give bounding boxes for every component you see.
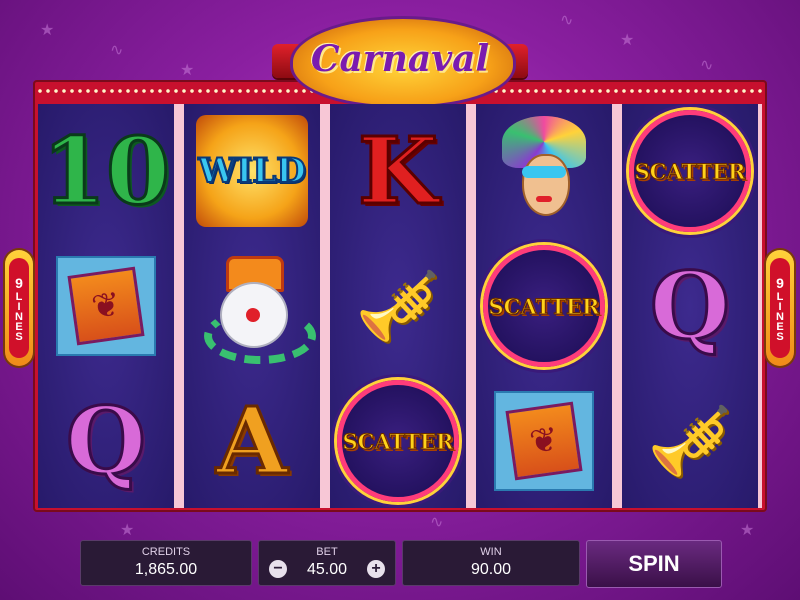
- credits-panel: CREDITS 1,865.00: [80, 540, 252, 586]
- scatter-label: SCATTER: [342, 428, 454, 454]
- flag-icon: ❦: [494, 391, 594, 491]
- scatter-label: SCATTER: [488, 293, 600, 319]
- symbol-trumpet: 🎺: [330, 239, 466, 373]
- symbol-queen: Q: [38, 374, 174, 508]
- queen-symbol: Q: [648, 252, 731, 360]
- confetti-star: ★: [180, 62, 195, 79]
- confetti-streamer: ∿: [700, 57, 714, 74]
- carnival-dancer-icon: [496, 116, 592, 226]
- paylines-word: LINES: [774, 291, 786, 341]
- flag-icon: ❦: [56, 256, 156, 356]
- ten-symbol: 10: [40, 117, 171, 225]
- credits-value: 1,865.00: [134, 561, 198, 578]
- reel-2: WILD A: [184, 104, 320, 508]
- confetti-streamer: ∿: [560, 12, 574, 29]
- reel-4: SCATTER ❦: [476, 104, 612, 508]
- clown-icon: [202, 256, 316, 364]
- confetti-streamer: ∿: [110, 42, 124, 59]
- win-label: WIN: [480, 546, 502, 558]
- paylines-badge-left: 9 LINES: [5, 250, 33, 366]
- symbol-scatter: SCATTER: [622, 104, 758, 238]
- symbol-flag: ❦: [38, 239, 174, 373]
- bet-label: BET: [316, 546, 338, 558]
- symbol-flag: ❦: [476, 374, 612, 508]
- ace-symbol: A: [215, 387, 289, 495]
- symbol-queen: Q: [622, 239, 758, 373]
- confetti-star: ★: [740, 522, 755, 539]
- confetti-star: ★: [40, 22, 55, 39]
- queen-symbol: Q: [64, 387, 147, 495]
- spin-button[interactable]: SPIN: [586, 540, 722, 588]
- confetti-streamer: ∿: [430, 514, 444, 531]
- credits-label: CREDITS: [141, 546, 191, 558]
- symbol-clown: [184, 239, 320, 373]
- symbol-wild: WILD: [184, 104, 320, 238]
- scatter-icon: SCATTER: [337, 380, 459, 502]
- symbol-scatter: SCATTER: [330, 374, 466, 508]
- win-panel: WIN 90.00: [402, 540, 580, 586]
- paylines-word: LINES: [13, 291, 25, 341]
- bet-increase-button[interactable]: +: [367, 560, 385, 578]
- symbol-10: 10: [38, 104, 174, 238]
- bet-panel: BET 45.00 − +: [258, 540, 396, 586]
- king-symbol: K: [357, 117, 440, 225]
- logo-text: Carnaval: [310, 38, 490, 80]
- bet-decrease-button[interactable]: −: [269, 560, 287, 578]
- confetti-star: ★: [620, 32, 635, 49]
- reel-3: K 🎺 SCATTER: [330, 104, 466, 508]
- trumpet-icon: 🎺: [647, 403, 733, 479]
- scatter-icon: SCATTER: [483, 245, 605, 367]
- wild-icon: WILD: [196, 115, 308, 227]
- paylines-number: 9: [776, 275, 784, 291]
- reel-1: 10 ❦ Q: [38, 104, 174, 508]
- paylines-badge-right: 9 LINES: [766, 250, 794, 366]
- symbol-king: K: [330, 104, 466, 238]
- symbol-scatter: SCATTER: [476, 239, 612, 373]
- scatter-label: SCATTER: [634, 158, 746, 184]
- game-logo: Carnaval: [250, 14, 550, 108]
- reel-5: SCATTER Q 🎺: [622, 104, 758, 508]
- wild-label: WILD: [197, 150, 306, 192]
- symbol-ace: A: [184, 374, 320, 508]
- confetti-star: ★: [120, 522, 135, 539]
- paylines-number: 9: [15, 275, 23, 291]
- scatter-icon: SCATTER: [629, 110, 751, 232]
- symbol-trumpet: 🎺: [622, 374, 758, 508]
- trumpet-icon: 🎺: [355, 268, 441, 344]
- win-value: 90.00: [470, 561, 512, 578]
- symbol-dancer: [476, 104, 612, 238]
